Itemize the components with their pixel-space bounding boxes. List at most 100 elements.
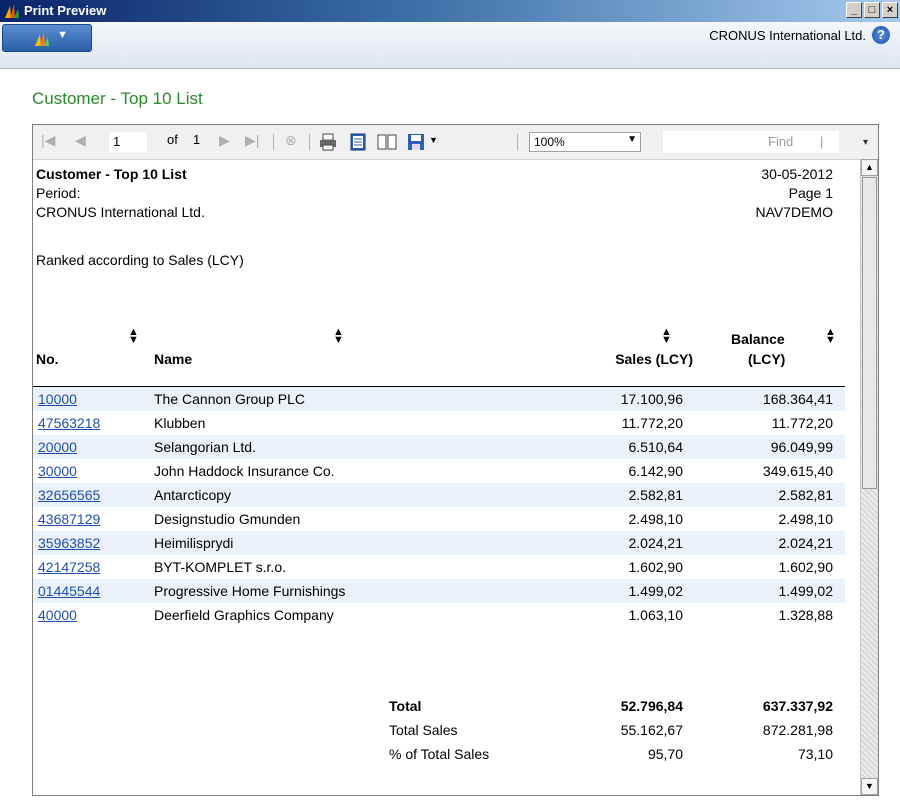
column-header-sales: Sales (LCY)	[615, 351, 693, 367]
window-title: Print Preview	[24, 3, 107, 18]
total-sales-label: Total Sales	[389, 722, 458, 738]
balance-value: 1.602,90	[778, 559, 834, 575]
sales-value: 2.582,81	[628, 487, 684, 503]
previous-page-icon[interactable]: ◀	[75, 132, 86, 149]
minimize-button[interactable]: _	[846, 2, 862, 18]
customer-name: Progressive Home Furnishings	[154, 583, 346, 599]
customer-no-link[interactable]: 43687129	[38, 511, 100, 527]
customer-no-link[interactable]: 47563218	[38, 415, 100, 431]
customer-no-link[interactable]: 20000	[38, 439, 77, 455]
customer-name: Klubben	[154, 415, 206, 431]
window-controls: _ □ ×	[846, 2, 898, 18]
vertical-scrollbar[interactable]: ▲ ▼	[860, 159, 878, 795]
sort-icon[interactable]: ▲ ▼	[333, 327, 344, 346]
command-bar: ▼ CRONUS International Ltd. ?	[0, 22, 900, 69]
column-header-no: No.	[36, 351, 59, 367]
percent-total-balance: 73,10	[797, 746, 833, 762]
table-row: 10000 The Cannon Group PLC 17.100,96 168…	[33, 387, 845, 411]
sales-value: 1.499,02	[628, 583, 684, 599]
sort-icon[interactable]: ▲ ▼	[825, 327, 836, 346]
print-layout-icon[interactable]	[349, 133, 367, 151]
column-header-balance: Balance	[731, 331, 785, 347]
dynamics-nav-icon	[35, 32, 49, 46]
page-number-input[interactable]: 1	[109, 132, 147, 152]
total-sales-sales: 55.162,67	[620, 722, 683, 738]
toolbar-overflow-icon[interactable]: ▾	[863, 137, 868, 148]
customer-name: BYT-KOMPLET s.r.o.	[154, 559, 287, 575]
percent-total-sales: 95,70	[647, 746, 683, 762]
first-page-icon[interactable]: |◀	[41, 132, 55, 149]
sales-value: 2.024,21	[628, 535, 684, 551]
customer-no-link[interactable]: 01445544	[38, 583, 100, 599]
scroll-up-button[interactable]: ▲	[861, 159, 878, 176]
customer-name: Heimilisprydi	[154, 535, 234, 551]
find-input[interactable]	[663, 131, 839, 153]
sort-icon[interactable]: ▲ ▼	[661, 327, 672, 346]
table-row: 20000 Selangorian Ltd. 6.510,64 96.049,9…	[33, 435, 845, 459]
table-row: 35963852 Heimilisprydi 2.024,21 2.024,21	[33, 531, 845, 555]
balance-value: 2.582,81	[778, 487, 834, 503]
ranking-note: Ranked according to Sales (LCY)	[36, 252, 244, 268]
customer-no-link[interactable]: 30000	[38, 463, 77, 479]
application-menu-button[interactable]: ▼	[2, 24, 92, 52]
sales-value: 6.142,90	[628, 463, 684, 479]
customer-no-link[interactable]: 32656565	[38, 487, 100, 503]
page-number-value: 1	[113, 134, 121, 149]
total-row: Total 52.796,84 637.337,92	[33, 694, 845, 718]
total-sales-row: Total Sales 55.162,67 872.281,98	[33, 718, 845, 742]
table-row: 01445544 Progressive Home Furnishings 1.…	[33, 579, 845, 603]
help-icon[interactable]: ?	[872, 26, 890, 44]
customer-no-link[interactable]: 42147258	[38, 559, 100, 575]
report-user: NAV7DEMO	[755, 204, 833, 220]
report-toolbar: |◀ ◀ 1 of 1 ▶ ▶| ⊗ ▼ 100% ▼ Find | ▾	[33, 125, 878, 160]
percent-total-label: % of Total Sales	[389, 746, 490, 762]
table-row: 47563218 Klubben 11.772,20 11.772,20	[33, 411, 845, 435]
total-label: Total	[389, 698, 422, 714]
percent-total-row: % of Total Sales 95,70 73,10	[33, 742, 845, 766]
customer-name: John Haddock Insurance Co.	[154, 463, 335, 479]
column-header-name: Name	[154, 351, 193, 367]
report-title: Customer - Top 10 List	[36, 166, 187, 182]
sales-value: 6.510,64	[628, 439, 684, 455]
table-row: 32656565 Antarcticopy 2.582,81 2.582,81	[33, 483, 845, 507]
customer-no-link[interactable]: 35963852	[38, 535, 100, 551]
table-row: 30000 John Haddock Insurance Co. 6.142,9…	[33, 459, 845, 483]
report-page-number: Page 1	[788, 185, 833, 201]
scroll-down-button[interactable]: ▼	[861, 778, 878, 795]
next-page-icon[interactable]: ▶	[219, 132, 230, 149]
chevron-down-icon: ▼	[57, 29, 68, 41]
stop-icon[interactable]: ⊗	[285, 132, 297, 149]
chevron-down-icon[interactable]: ▼	[429, 135, 438, 145]
balance-value: 11.772,20	[771, 415, 833, 431]
report-viewer: |◀ ◀ 1 of 1 ▶ ▶| ⊗ ▼ 100% ▼ Find | ▾ ▲ ▼…	[32, 124, 879, 796]
sales-value: 17.100,96	[620, 391, 683, 407]
report-page: Customer - Top 10 List Period: CRONUS In…	[33, 160, 859, 794]
balance-value: 1.499,02	[778, 583, 834, 599]
zoom-select[interactable]: 100% ▼	[529, 132, 641, 152]
customer-name: Selangorian Ltd.	[154, 439, 256, 455]
report-date: 30-05-2012	[761, 166, 833, 182]
page-total: 1	[193, 132, 201, 147]
zoom-value: 100%	[534, 135, 565, 149]
customer-name: The Cannon Group PLC	[154, 391, 305, 407]
find-link[interactable]: Find	[768, 134, 793, 149]
page-title: Customer - Top 10 List	[32, 89, 203, 108]
export-save-icon[interactable]	[407, 133, 425, 151]
maximize-button[interactable]: □	[864, 2, 880, 18]
balance-value: 349.615,40	[762, 463, 833, 479]
period-label: Period:	[36, 185, 81, 201]
customer-no-link[interactable]: 10000	[38, 391, 77, 407]
print-icon[interactable]	[319, 133, 337, 151]
page-setup-icon[interactable]	[377, 133, 397, 151]
sort-icon[interactable]: ▲ ▼	[128, 327, 139, 346]
table-row: 43687129 Designstudio Gmunden 2.498,10 2…	[33, 507, 845, 531]
page-of-label: of	[167, 132, 178, 147]
customer-no-link[interactable]: 40000	[38, 607, 77, 623]
balance-value: 168.364,41	[762, 391, 833, 407]
column-header-balance-unit: (LCY)	[748, 351, 786, 367]
close-button[interactable]: ×	[882, 2, 898, 18]
customer-name: Deerfield Graphics Company	[154, 607, 334, 623]
total-sales-balance: 872.281,98	[762, 722, 833, 738]
scroll-thumb[interactable]	[862, 177, 877, 489]
last-page-icon[interactable]: ▶|	[245, 132, 259, 149]
